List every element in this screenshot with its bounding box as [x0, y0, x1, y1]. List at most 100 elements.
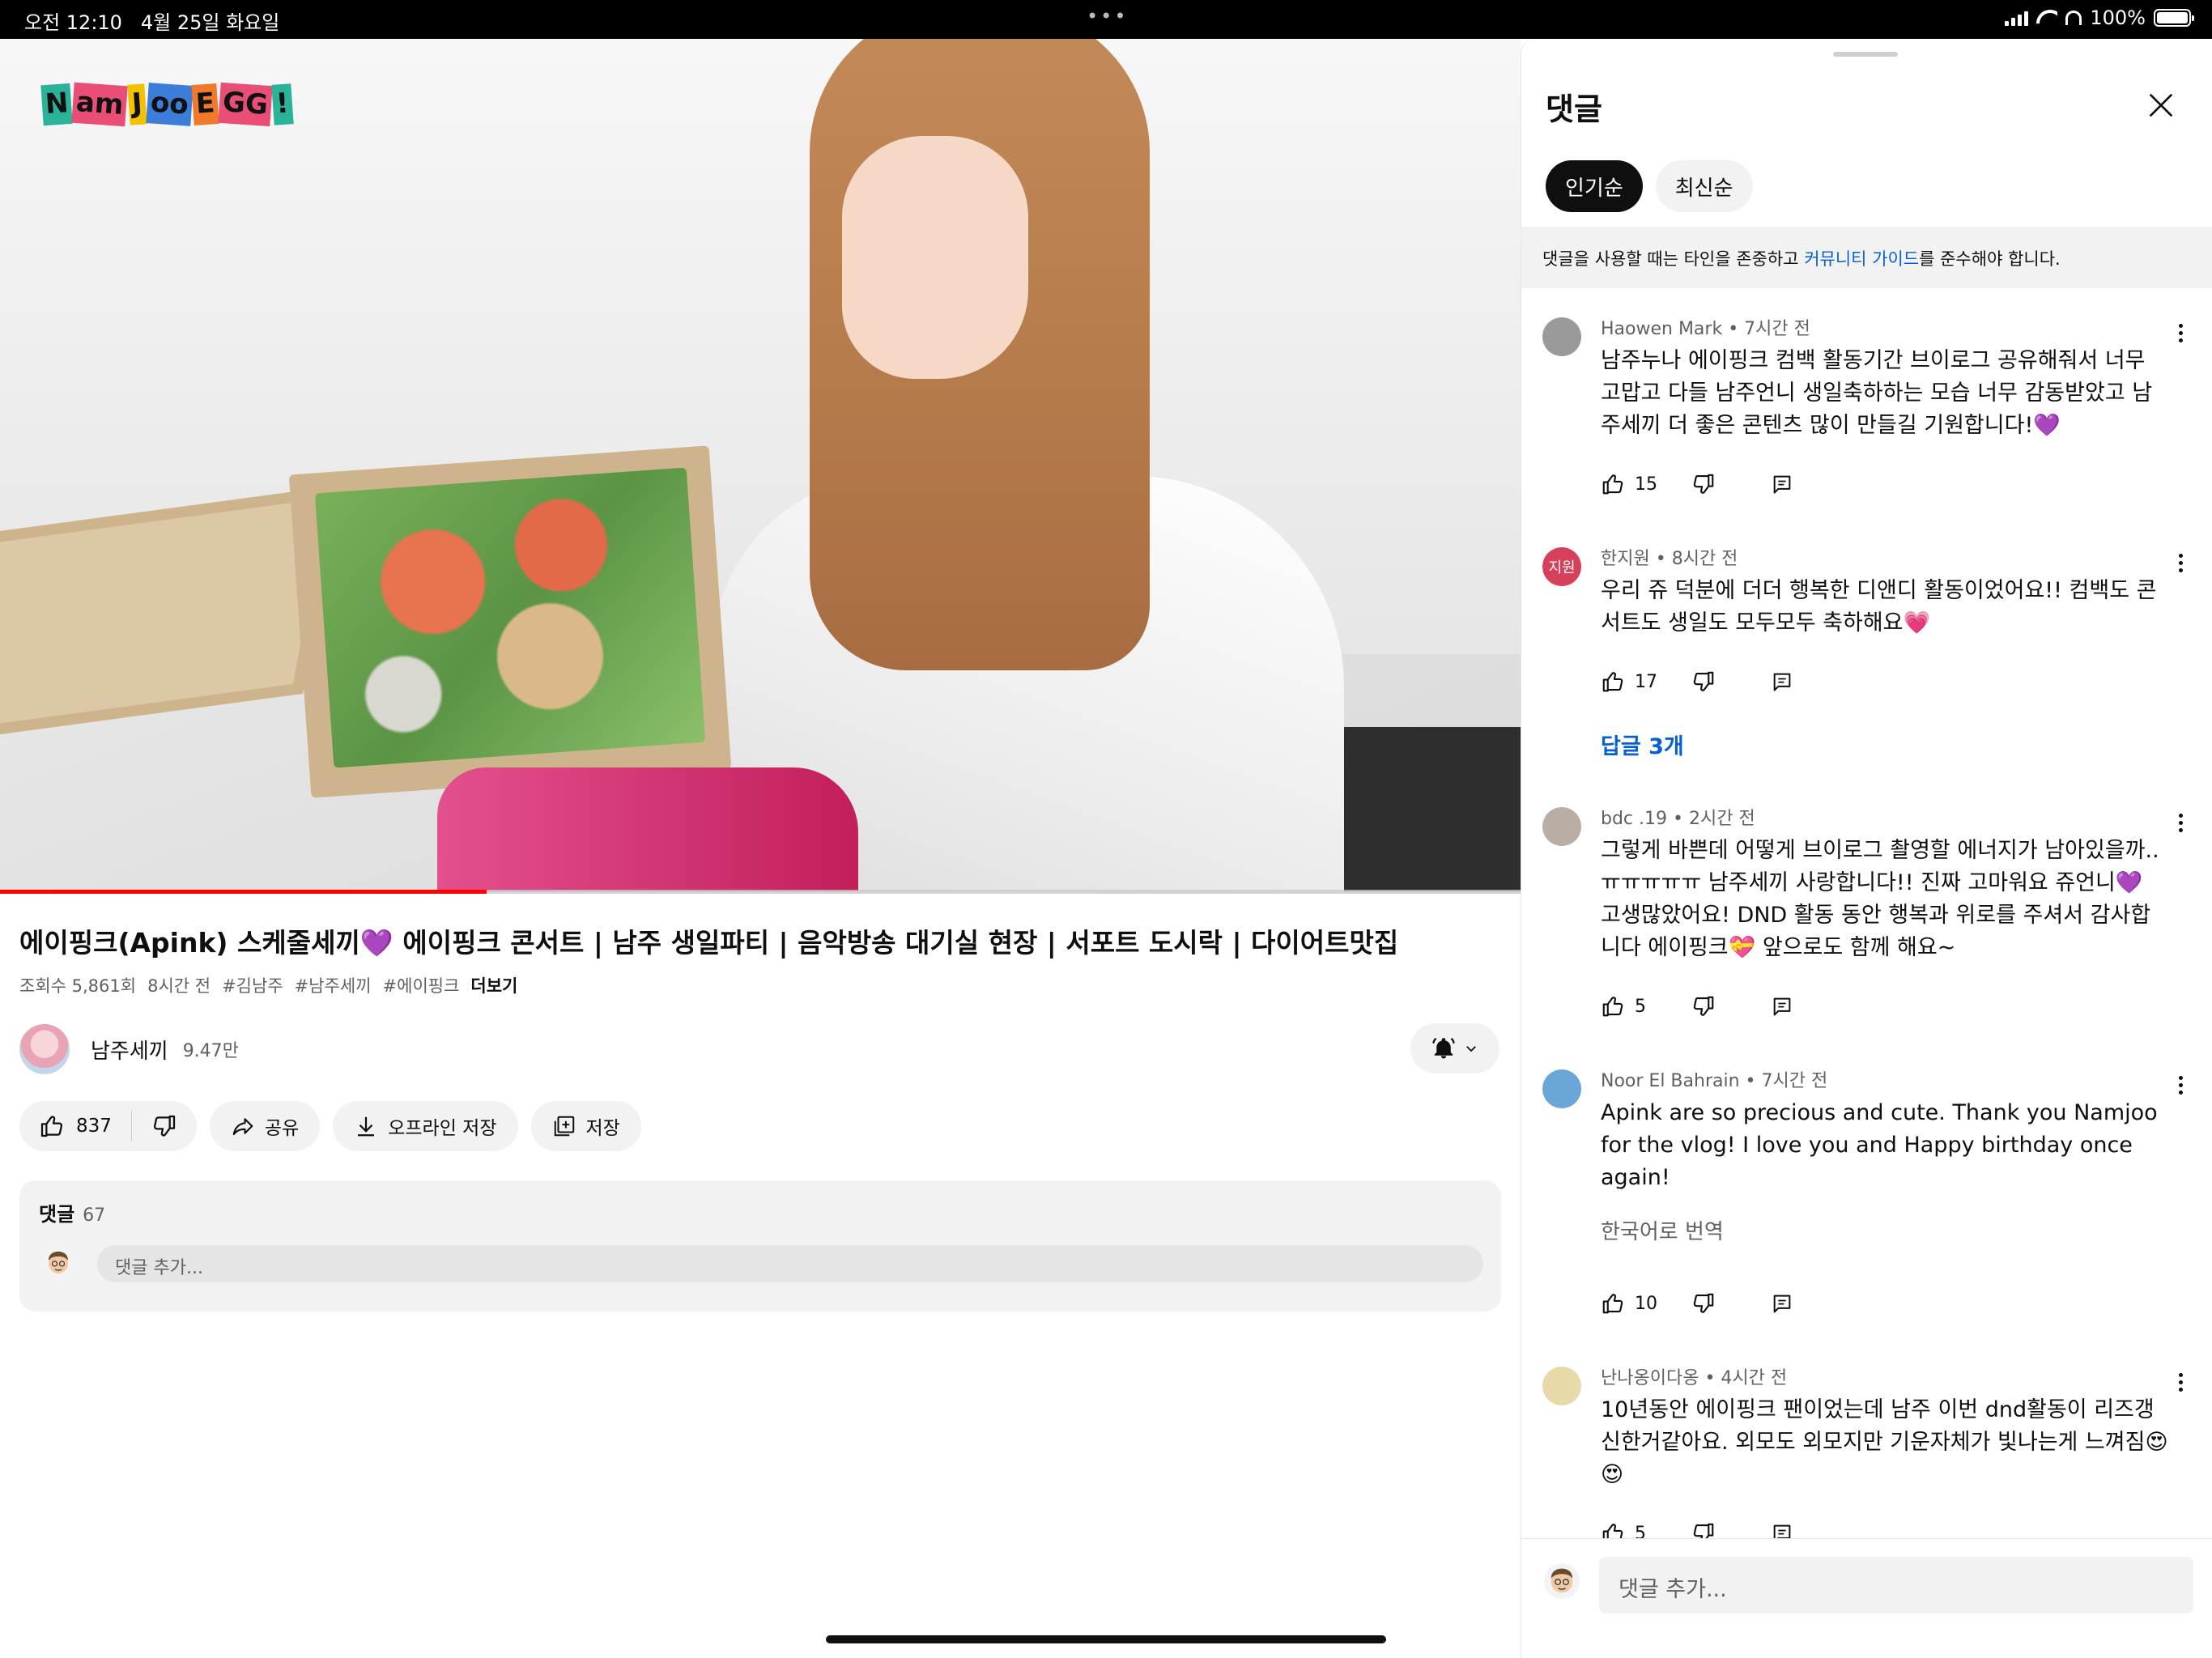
comment-header: Noor El Bahrain • 7시간 전 — [1601, 1071, 1828, 1091]
comments-teaser[interactable]: 댓글 67 댓글 추가... — [19, 1180, 1501, 1312]
comment-author[interactable]: 난나옹이다옹 — [1601, 1368, 1699, 1388]
share-label: 공유 — [264, 1118, 300, 1139]
commenter-avatar[interactable] — [1542, 1069, 1581, 1108]
add-comment-input[interactable]: 댓글 추가... — [97, 1245, 1483, 1282]
like-button[interactable]: 837 — [19, 1101, 131, 1151]
commenter-avatar[interactable] — [1542, 807, 1581, 846]
dislike-button[interactable] — [132, 1101, 197, 1151]
comment-text: 우리 쥬 덕분에 더더 행복한 디앤디 활동이었어요!! 컴백도 콘서트도 생일… — [1601, 578, 2157, 636]
comment-dislike-button[interactable] — [1691, 472, 1771, 496]
multitasking-dots-icon[interactable]: ••• — [1087, 5, 1128, 28]
channel-row[interactable]: 남주세끼 9.47만 — [19, 1024, 239, 1074]
video-progress-fill — [0, 890, 487, 894]
reply-icon — [1773, 673, 1791, 691]
comment-like-button[interactable]: 17 — [1601, 670, 1691, 694]
notification-bell-button[interactable] — [1410, 1023, 1499, 1073]
comment-author[interactable]: 한지원 — [1601, 549, 1650, 569]
subscriber-count: 9.47만 — [182, 1041, 239, 1061]
close-icon[interactable] — [2145, 89, 2177, 121]
logo-letter: oo — [145, 83, 193, 126]
reply-icon — [1773, 1524, 1791, 1539]
channel-name[interactable]: 남주세끼 — [91, 1035, 168, 1065]
thumbs-up-icon — [1602, 672, 1623, 692]
commenter-avatar[interactable]: 지원 — [1542, 547, 1581, 586]
comment-like-button[interactable]: 5 — [1601, 994, 1691, 1018]
comment-like-count: 5 — [1635, 996, 1646, 1017]
logo-letter: am — [71, 82, 129, 127]
chip-top[interactable]: 인기순 — [1546, 160, 1643, 212]
comment-actions: 10 — [1601, 1287, 2169, 1320]
share-button[interactable]: 공유 — [209, 1101, 321, 1151]
download-icon — [358, 1116, 375, 1137]
comment-item: Haowen Mark • 7시간 전 남주누나 에이핑크 컴백 활동기간 브이… — [1521, 317, 2212, 500]
more-options-icon[interactable] — [2172, 554, 2189, 586]
thumbs-down-icon — [1693, 1523, 1714, 1539]
headphones-icon — [2065, 11, 2082, 25]
more-options-icon[interactable] — [2172, 1373, 2189, 1405]
hashtag[interactable]: #에이핑크 — [383, 973, 460, 997]
panel-add-comment-input[interactable]: 댓글 추가... — [1599, 1557, 2193, 1613]
home-indicator[interactable] — [826, 1635, 1386, 1643]
comment-author[interactable]: Noor El Bahrain — [1601, 1071, 1740, 1091]
more-button[interactable]: 더보기 — [470, 973, 517, 997]
user-avatar — [42, 1247, 74, 1279]
comment-reply-button[interactable] — [1771, 473, 1793, 495]
commenter-avatar[interactable] — [1542, 317, 1581, 356]
comment-dislike-button[interactable] — [1691, 994, 1771, 1018]
comment-count: 67 — [83, 1205, 106, 1226]
video-progress-bar[interactable] — [0, 890, 1521, 894]
comment-item: Noor El Bahrain • 7시간 전 Apink are so pre… — [1521, 1069, 2212, 1320]
commenter-avatar[interactable] — [1542, 1367, 1581, 1405]
comment-reply-button[interactable] — [1771, 670, 1793, 693]
comment-like-button[interactable]: 5 — [1601, 1521, 1691, 1539]
more-options-icon[interactable] — [2172, 324, 2189, 356]
drag-handle[interactable] — [1833, 52, 1898, 57]
comment-like-count: 5 — [1635, 1523, 1646, 1540]
like-count: 837 — [76, 1116, 112, 1137]
comment-dislike-button[interactable] — [1691, 670, 1771, 694]
comment-dislike-button[interactable] — [1691, 1291, 1771, 1316]
translate-button[interactable]: 한국어로 번역 — [1601, 1215, 2169, 1245]
comment-like-button[interactable]: 10 — [1601, 1291, 1691, 1316]
comment-like-count: 10 — [1635, 1293, 1657, 1314]
community-guidelines-notice: 댓글을 사용할 때는 타인을 존중하고 커뮤니티 가이드를 준수해야 합니다. — [1521, 227, 2212, 288]
video-meta[interactable]: 조회수 5,861회 8시간 전 #김남주 #남주세끼 #에이핑크 더보기 — [19, 973, 517, 997]
comment-actions: 5 — [1601, 1517, 2169, 1539]
comment-list[interactable]: Haowen Mark • 7시간 전 남주누나 에이핑크 컴백 활동기간 브이… — [1521, 288, 2212, 1539]
more-options-icon[interactable] — [2172, 814, 2189, 846]
comments-panel: 댓글 인기순 최신순 댓글을 사용할 때는 타인을 존중하고 커뮤니티 가이드를… — [1521, 39, 2212, 1658]
comment-like-count: 17 — [1635, 671, 1657, 692]
comment-reply-button[interactable] — [1771, 995, 1793, 1018]
chip-newest[interactable]: 최신순 — [1655, 160, 1753, 212]
download-button[interactable]: 오프라인 저장 — [333, 1101, 518, 1151]
hashtag[interactable]: #김남주 — [222, 973, 283, 997]
comment-like-button[interactable]: 15 — [1601, 472, 1691, 496]
upload-age: 8시간 전 — [147, 976, 211, 996]
comment-reply-button[interactable] — [1771, 1522, 1793, 1539]
hashtag[interactable]: #남주세끼 — [295, 973, 372, 997]
comment-time: 8시간 전 — [1671, 549, 1738, 569]
save-button[interactable]: 저장 — [530, 1101, 641, 1151]
save-to-playlist-icon — [554, 1116, 574, 1137]
share-icon — [232, 1118, 253, 1136]
thumbs-down-icon — [153, 1115, 176, 1137]
chevron-down-icon — [1466, 1046, 1476, 1052]
video-title: 에이핑크(Apink) 스케줄세끼💜 에이핑크 콘서트 | 남주 생일파티 | … — [19, 927, 1399, 959]
logo-letter: E — [191, 83, 220, 126]
comment-dislike-button[interactable] — [1691, 1521, 1771, 1539]
comment-author[interactable]: bdc .19 — [1601, 809, 1667, 829]
comment-actions: 15 — [1601, 468, 2169, 500]
community-guidelines-link[interactable]: 커뮤니티 가이드 — [1804, 249, 1919, 269]
comment-item: 지원 한지원 • 8시간 전 우리 쥬 덕분에 더더 행복한 디앤디 활동이었어… — [1521, 547, 2212, 760]
video-player[interactable]: Nam Joo E GG! — [0, 39, 1521, 891]
comment-reply-button[interactable] — [1771, 1292, 1793, 1315]
comment-item: 난나옹이다옹 • 4시간 전 10년동안 에이핑크 팬이었는데 남주 이번 dn… — [1521, 1367, 2212, 1539]
thumbs-up-icon — [40, 1116, 63, 1137]
comment-actions: 5 — [1601, 990, 2169, 1022]
more-options-icon[interactable] — [2172, 1076, 2189, 1108]
channel-avatar[interactable] — [19, 1024, 70, 1074]
comment-author[interactable]: Haowen Mark — [1601, 319, 1722, 339]
download-label: 오프라인 저장 — [388, 1118, 497, 1139]
view-replies-button[interactable]: 답글 3개 — [1601, 729, 2169, 760]
status-time: 오전 12:10 4월 25일 화요일 — [24, 11, 280, 34]
